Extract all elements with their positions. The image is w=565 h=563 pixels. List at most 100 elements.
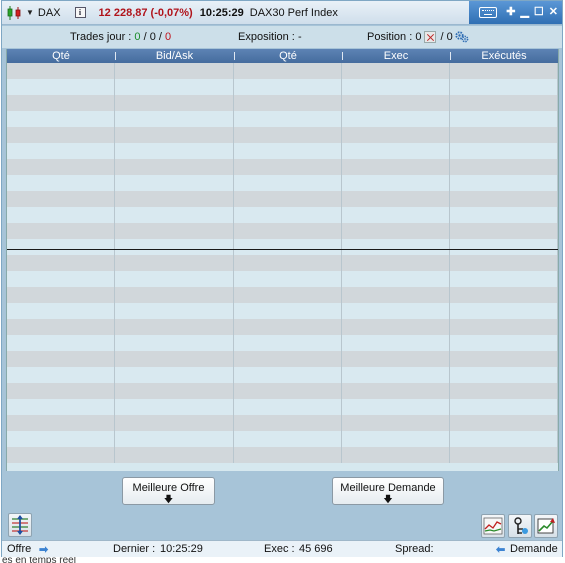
ladder-cell[interactable] (234, 447, 342, 463)
ladder-cell[interactable] (115, 127, 234, 143)
keyboard-icon[interactable] (479, 7, 498, 18)
ladder-cell[interactable] (342, 255, 450, 271)
ladder-cell[interactable] (234, 223, 342, 239)
ladder-cell[interactable] (234, 95, 342, 111)
ladder-cell[interactable] (7, 319, 115, 335)
trend-tool-icon[interactable] (534, 514, 558, 538)
ladder-cell[interactable] (115, 255, 234, 271)
ladder-cell[interactable] (115, 399, 234, 415)
ladder-cell[interactable] (450, 95, 558, 111)
ladder-cell[interactable] (115, 239, 234, 255)
ladder-cell[interactable] (450, 63, 558, 79)
ladder-cell[interactable] (115, 319, 234, 335)
ladder-cell[interactable] (342, 207, 450, 223)
ladder-cell[interactable] (234, 415, 342, 431)
ladder-row[interactable] (7, 95, 558, 111)
candlestick-chart-icon[interactable] (5, 5, 23, 21)
ladder-cell[interactable] (450, 111, 558, 127)
ladder-row[interactable] (7, 175, 558, 191)
ladder-cell[interactable] (450, 287, 558, 303)
title-bar[interactable]: ▼ DAX i 12 228,87 (-0,07%) 10:25:29 DAX3… (2, 1, 562, 25)
ladder-cell[interactable] (234, 239, 342, 255)
ladder-cell[interactable] (7, 111, 115, 127)
ladder-cell[interactable] (450, 239, 558, 255)
col-header-bid-ask[interactable]: Bid/Ask (115, 49, 234, 63)
ladder-cell[interactable] (342, 415, 450, 431)
ladder-cell[interactable] (7, 415, 115, 431)
ladder-cell[interactable] (7, 63, 115, 79)
ladder-cell[interactable] (115, 207, 234, 223)
ladder-cell[interactable] (7, 95, 115, 111)
ladder-cell[interactable] (7, 239, 115, 255)
ladder-cell[interactable] (450, 447, 558, 463)
ladder-cell[interactable] (7, 191, 115, 207)
ladder-row[interactable] (7, 207, 558, 223)
ladder-cell[interactable] (115, 431, 234, 447)
ladder-cell[interactable] (234, 367, 342, 383)
ladder-cell[interactable] (450, 255, 558, 271)
col-header-executes[interactable]: Exécutés (450, 49, 558, 63)
ladder-cell[interactable] (234, 431, 342, 447)
ladder-cell[interactable] (342, 367, 450, 383)
ladder-cell[interactable] (234, 319, 342, 335)
col-header-exec[interactable]: Exec (342, 49, 450, 63)
ladder-cell[interactable] (234, 335, 342, 351)
ladder-row[interactable] (7, 303, 558, 319)
ladder-cell[interactable] (234, 287, 342, 303)
ladder-cell[interactable] (7, 447, 115, 463)
ladder-row[interactable] (7, 255, 558, 271)
ladder-cell[interactable] (234, 191, 342, 207)
dropdown-icon[interactable]: ▼ (26, 8, 34, 17)
ladder-cell[interactable] (115, 271, 234, 287)
ladder-cell[interactable] (115, 95, 234, 111)
ladder-cell[interactable] (342, 191, 450, 207)
ladder-row[interactable] (7, 319, 558, 335)
ladder-row[interactable] (7, 431, 558, 447)
ladder-cell[interactable] (115, 351, 234, 367)
ladder-cell[interactable] (7, 399, 115, 415)
ladder-cell[interactable] (115, 367, 234, 383)
ladder-cell[interactable] (234, 79, 342, 95)
ladder-cell[interactable] (7, 207, 115, 223)
ladder-row[interactable] (7, 127, 558, 143)
ladder-cell[interactable] (450, 127, 558, 143)
ladder-cell[interactable] (7, 223, 115, 239)
ladder-cell[interactable] (7, 255, 115, 271)
close-position-icon[interactable] (424, 31, 437, 43)
ladder-cell[interactable] (342, 351, 450, 367)
ladder-cell[interactable] (115, 159, 234, 175)
ladder-cell[interactable] (450, 207, 558, 223)
ladder-cell[interactable] (7, 175, 115, 191)
pin-icon[interactable]: ✚ (506, 7, 515, 18)
ladder-cell[interactable] (234, 159, 342, 175)
ladder-cell[interactable] (7, 367, 115, 383)
ladder-cell[interactable] (115, 383, 234, 399)
ladder-cell[interactable] (450, 271, 558, 287)
ladder-cell[interactable] (7, 159, 115, 175)
ladder-cell[interactable] (450, 399, 558, 415)
ladder-cell[interactable] (7, 383, 115, 399)
close-icon[interactable]: ✕ (549, 7, 558, 18)
ladder-cell[interactable] (7, 431, 115, 447)
ladder-cell[interactable] (115, 335, 234, 351)
ladder-cell[interactable] (450, 303, 558, 319)
ladder-cell[interactable] (342, 159, 450, 175)
ladder-cell[interactable] (450, 159, 558, 175)
ladder-cell[interactable] (7, 303, 115, 319)
ladder-row[interactable] (7, 447, 558, 463)
ladder-cell[interactable] (115, 223, 234, 239)
ladder-cell[interactable] (342, 335, 450, 351)
order-tool-icon[interactable] (508, 514, 532, 538)
ladder-cell[interactable] (115, 79, 234, 95)
ladder-cell[interactable] (7, 351, 115, 367)
ladder-row[interactable] (7, 63, 558, 79)
ladder-cell[interactable] (342, 271, 450, 287)
ladder-row[interactable] (7, 351, 558, 367)
ladder-cell[interactable] (234, 351, 342, 367)
ladder-cell[interactable] (342, 399, 450, 415)
ladder-cell[interactable] (342, 143, 450, 159)
ladder-cell[interactable] (115, 191, 234, 207)
ladder-cell[interactable] (342, 175, 450, 191)
ladder-row[interactable] (7, 399, 558, 415)
ladder-cell[interactable] (342, 111, 450, 127)
